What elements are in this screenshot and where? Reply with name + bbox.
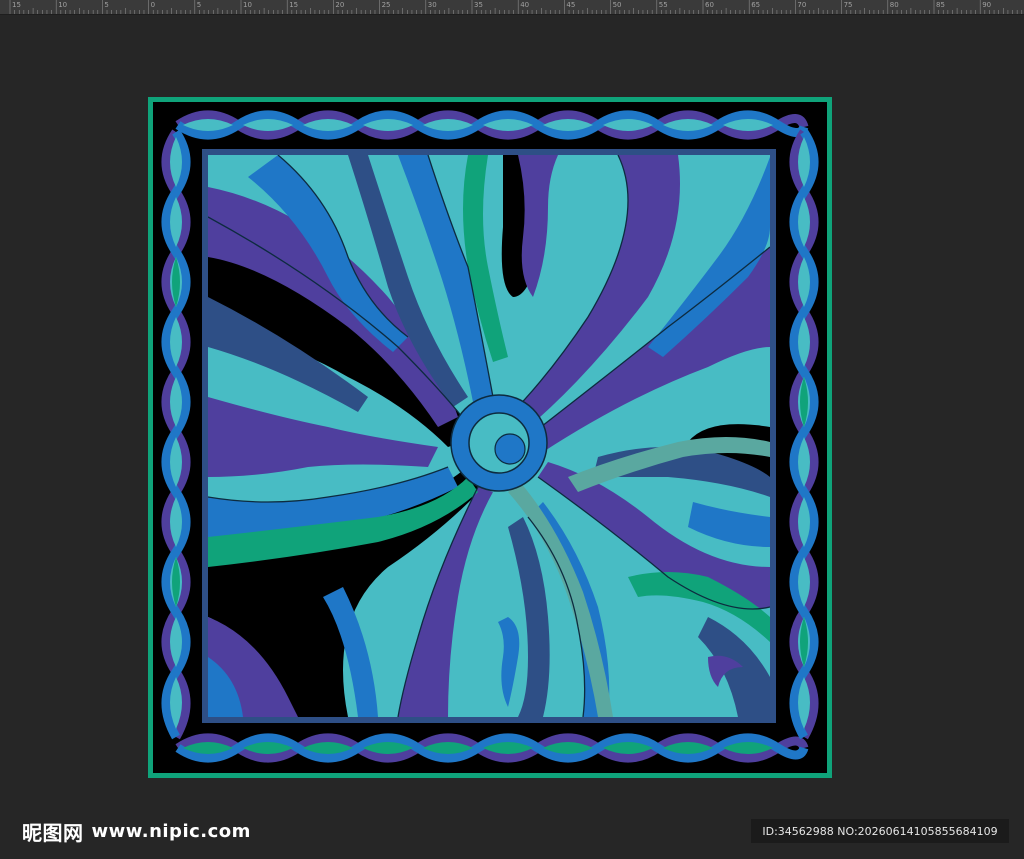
ruler-label: 40 — [520, 1, 530, 9]
ruler-label: 85 — [936, 1, 945, 9]
ruler-label: 45 — [566, 1, 576, 9]
ruler-label: 50 — [612, 1, 622, 9]
ruler-label: 5 — [196, 1, 202, 9]
watermark-brand: 昵图网 — [22, 820, 84, 845]
ruler-label: 70 — [797, 1, 807, 9]
watermark-url: www.nipic.com — [91, 820, 251, 842]
ruler-label: 15 — [12, 1, 21, 9]
center-medallion — [450, 394, 548, 492]
ruler-label: 65 — [751, 1, 761, 9]
ruler-label: 75 — [843, 1, 853, 9]
ruler-label: 0 — [150, 1, 156, 9]
horizontal-ruler[interactable]: 15 10 5 0 5 10 15 20 25 30 35 40 45 50 55 60 65 70 75 80 85 9… — [0, 0, 1024, 15]
watermark-id-badge: ID:34562988 NO:20260614105855684109 — [751, 819, 1009, 843]
nipic-watermark: 昵图网 www.nipic.com — [22, 818, 251, 845]
top-wave-border — [175, 110, 809, 140]
ruler-label: 5 — [104, 1, 109, 9]
ruler-label: 35 — [474, 1, 483, 9]
ruler-label: 15 — [289, 1, 299, 9]
ruler-label: 10 — [243, 1, 252, 9]
ruler-label: 30 — [427, 1, 437, 9]
ruler-label: 80 — [889, 1, 899, 9]
ruler-label: 20 — [335, 1, 345, 9]
ruler-label: 60 — [705, 1, 714, 9]
bottom-wave-border — [175, 733, 809, 763]
watermark-id-text: ID:34562988 NO:20260614105855684109 — [762, 824, 998, 838]
ruler-label: 25 — [381, 1, 391, 9]
scarf-artwork-image — [148, 97, 832, 778]
ruler-label: 55 — [658, 1, 668, 9]
ruler-label: 10 — [58, 1, 68, 9]
ruler-label: 90 — [982, 1, 992, 9]
